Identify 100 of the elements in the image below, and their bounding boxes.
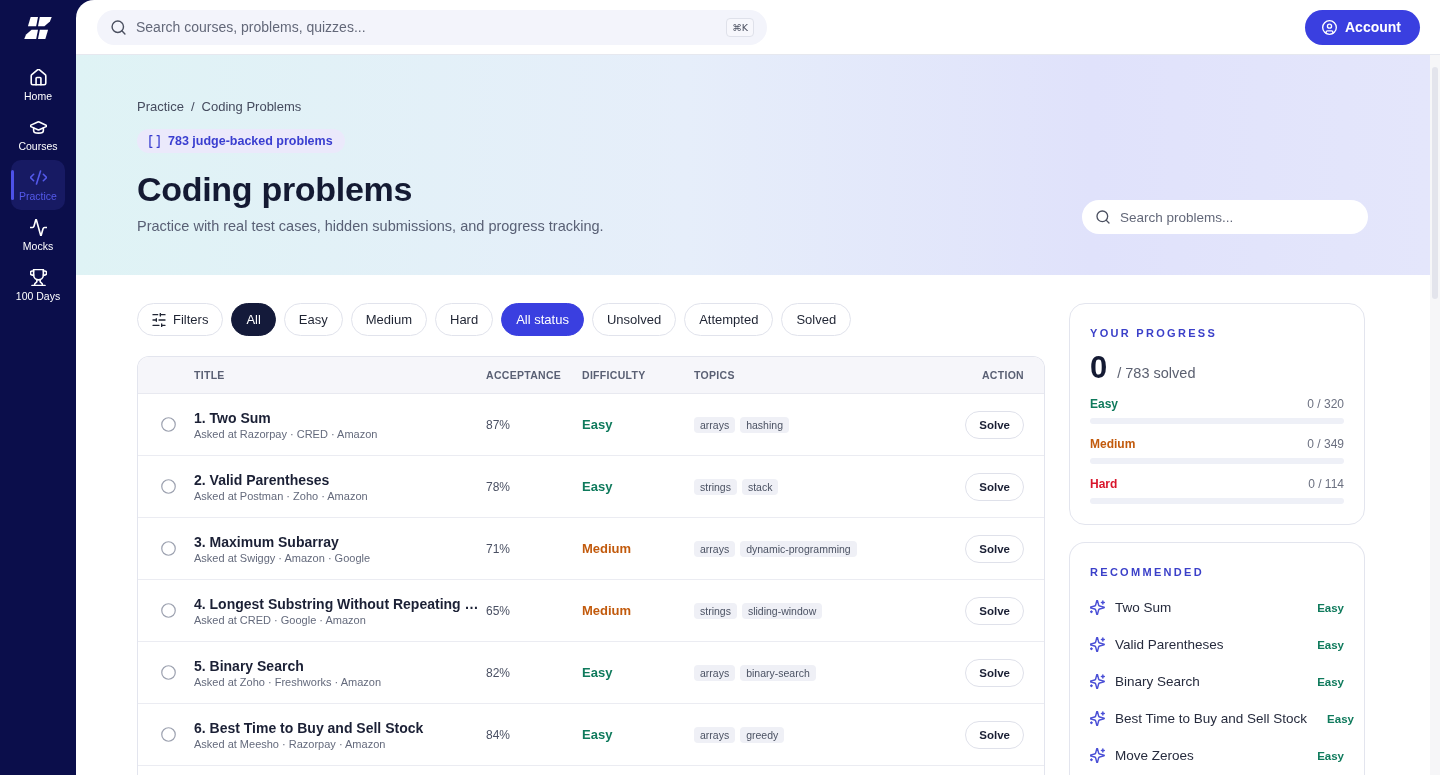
problem-link[interactable]: Move Zeroes <box>1115 748 1194 763</box>
nav-item[interactable]: Mocks <box>11 210 65 260</box>
column-header: ACTION <box>981 369 1024 381</box>
topic-tag: greedy <box>740 726 785 743</box>
topic-tag: strings <box>694 602 737 619</box>
difficulty-label: Easy <box>582 479 613 494</box>
difficulty-label: Easy <box>1090 396 1119 412</box>
problem-title[interactable]: 6. Best Time to Buy and Sell Stock <box>194 719 424 736</box>
topic-tag: hashing <box>740 416 789 433</box>
companies-text: Asked at Razorpay · CRED · Amazon <box>194 427 378 440</box>
status-circle-icon[interactable] <box>160 541 176 556</box>
account-button[interactable]: Account <box>1305 9 1420 45</box>
solve-button[interactable]: Solve <box>965 596 1024 625</box>
card-heading: YOUR PROGRESS <box>1090 326 1218 340</box>
solve-button[interactable]: Solve <box>965 658 1024 687</box>
graduation-cap-icon <box>29 118 47 136</box>
difficulty-label: Easy <box>1327 712 1354 725</box>
difficulty-label: Easy <box>1317 675 1344 688</box>
solve-button[interactable]: Solve <box>965 472 1024 501</box>
status-circle-icon[interactable] <box>160 479 176 494</box>
acceptance-rate: 71% <box>486 541 511 556</box>
difficulty-count: 0 / 349 <box>1307 436 1344 452</box>
column-header: TOPICS <box>694 369 735 381</box>
filter-chip[interactable]: Easy <box>283 303 343 336</box>
user-circle-icon <box>1322 19 1337 35</box>
code-icon <box>29 168 47 186</box>
topic-tag: arrays <box>694 416 736 433</box>
topic-tag: strings <box>694 478 737 495</box>
filter-chip[interactable]: Solved <box>781 303 852 336</box>
nav-item[interactable]: Courses <box>11 110 65 160</box>
problem-title[interactable]: 3. Maximum Subarray <box>194 533 339 550</box>
search-field[interactable]: Search problems... <box>1082 200 1368 234</box>
topic-tag: sliding-window <box>741 602 823 619</box>
problem-link[interactable]: Valid Parentheses <box>1115 637 1224 652</box>
search-field[interactable]: Search courses, problems, quizzes... ⌘K <box>97 9 767 45</box>
breadcrumb-separator: / <box>190 99 195 114</box>
problem-link[interactable]: Binary Search <box>1115 674 1200 689</box>
solved-total: / 783 solved <box>1117 365 1196 381</box>
search-icon <box>1096 210 1110 224</box>
filter-chip[interactable]: Hard <box>435 303 494 336</box>
acceptance-rate: 65% <box>486 603 511 618</box>
difficulty-label: Medium <box>582 603 632 618</box>
difficulty-label: Medium <box>1090 436 1136 452</box>
sparkle-icon <box>1090 637 1105 652</box>
status-circle-icon[interactable] <box>160 417 176 432</box>
search-icon <box>111 19 126 35</box>
column-header: TITLE <box>194 369 225 381</box>
column-header: ACCEPTANCE <box>486 369 562 381</box>
breadcrumb-link[interactable]: Coding Problems <box>201 99 302 114</box>
solve-button[interactable]: Solve <box>965 534 1024 563</box>
badge-text: 783 judge-backed problems <box>168 134 333 148</box>
problem-title[interactable]: 1. Two Sum <box>194 409 271 426</box>
sparkle-icon <box>1090 600 1105 615</box>
status-circle-icon[interactable] <box>160 665 176 680</box>
acceptance-rate: 82% <box>486 665 511 680</box>
filter-chip[interactable]: Unsolved <box>591 303 677 336</box>
nav-item[interactable]: Home <box>11 60 65 110</box>
filter-chip[interactable]: Medium <box>350 303 427 336</box>
problem-title[interactable]: 2. Valid Parentheses <box>194 471 330 488</box>
difficulty-count: 0 / 114 <box>1308 476 1344 492</box>
status-circle-icon[interactable] <box>160 727 176 742</box>
shortcut-key: ⌘K <box>726 17 754 37</box>
acceptance-rate: 87% <box>486 417 511 432</box>
solve-button[interactable]: Solve <box>965 410 1024 439</box>
page-subtitle: Practice with real test cases, hidden submissions, and progress tracking. <box>137 218 604 234</box>
sparkle-icon <box>1090 674 1105 689</box>
problem-link[interactable]: Best Time to Buy and Sell Stock <box>1115 711 1308 726</box>
status-circle-icon[interactable] <box>160 603 176 618</box>
home-icon <box>29 68 47 86</box>
acceptance-rate: 84% <box>486 727 511 742</box>
difficulty-label: Easy <box>582 665 613 680</box>
filter-chip[interactable]: Attempted <box>684 303 774 336</box>
problem-title[interactable]: 4. Longest Substring Without Repeating … <box>194 595 479 612</box>
problem-link[interactable]: Two Sum <box>1115 600 1172 615</box>
topic-tag: arrays <box>694 664 736 681</box>
difficulty-label: Medium <box>582 541 632 556</box>
topic-tag: arrays <box>694 726 736 743</box>
solve-button[interactable]: Solve <box>965 720 1024 749</box>
sliders-icon <box>152 312 166 327</box>
pulse-icon <box>29 218 47 236</box>
nav-item[interactable]: 100 Days <box>11 260 65 310</box>
difficulty-label: Hard <box>1090 476 1118 492</box>
column-header: DIFFICULTY <box>582 369 646 381</box>
topic-tag: binary-search <box>740 664 816 681</box>
companies-text: Asked at Zoho · Freshworks · Amazon <box>194 675 382 688</box>
search-input[interactable]: Search problems... <box>1120 207 1354 227</box>
solved-count: 0 <box>1090 350 1108 386</box>
problem-title[interactable]: 5. Binary Search <box>194 657 304 674</box>
search-input[interactable]: Search courses, problems, quizzes... <box>136 17 717 37</box>
filters-button[interactable]: Filters <box>137 303 224 336</box>
page-title: Coding problems <box>137 169 414 209</box>
filter-chip[interactable]: All <box>231 303 276 336</box>
breadcrumb-link[interactable]: Practice <box>137 99 184 114</box>
difficulty-count: 0 / 320 <box>1307 396 1344 412</box>
difficulty-label: Easy <box>1317 749 1344 762</box>
filter-chip[interactable]: All status <box>501 303 584 336</box>
logo-icon[interactable] <box>24 17 52 39</box>
topic-tag: stack <box>741 478 779 495</box>
difficulty-label: Easy <box>582 727 613 742</box>
card-heading: RECOMMENDED <box>1090 565 1204 579</box>
